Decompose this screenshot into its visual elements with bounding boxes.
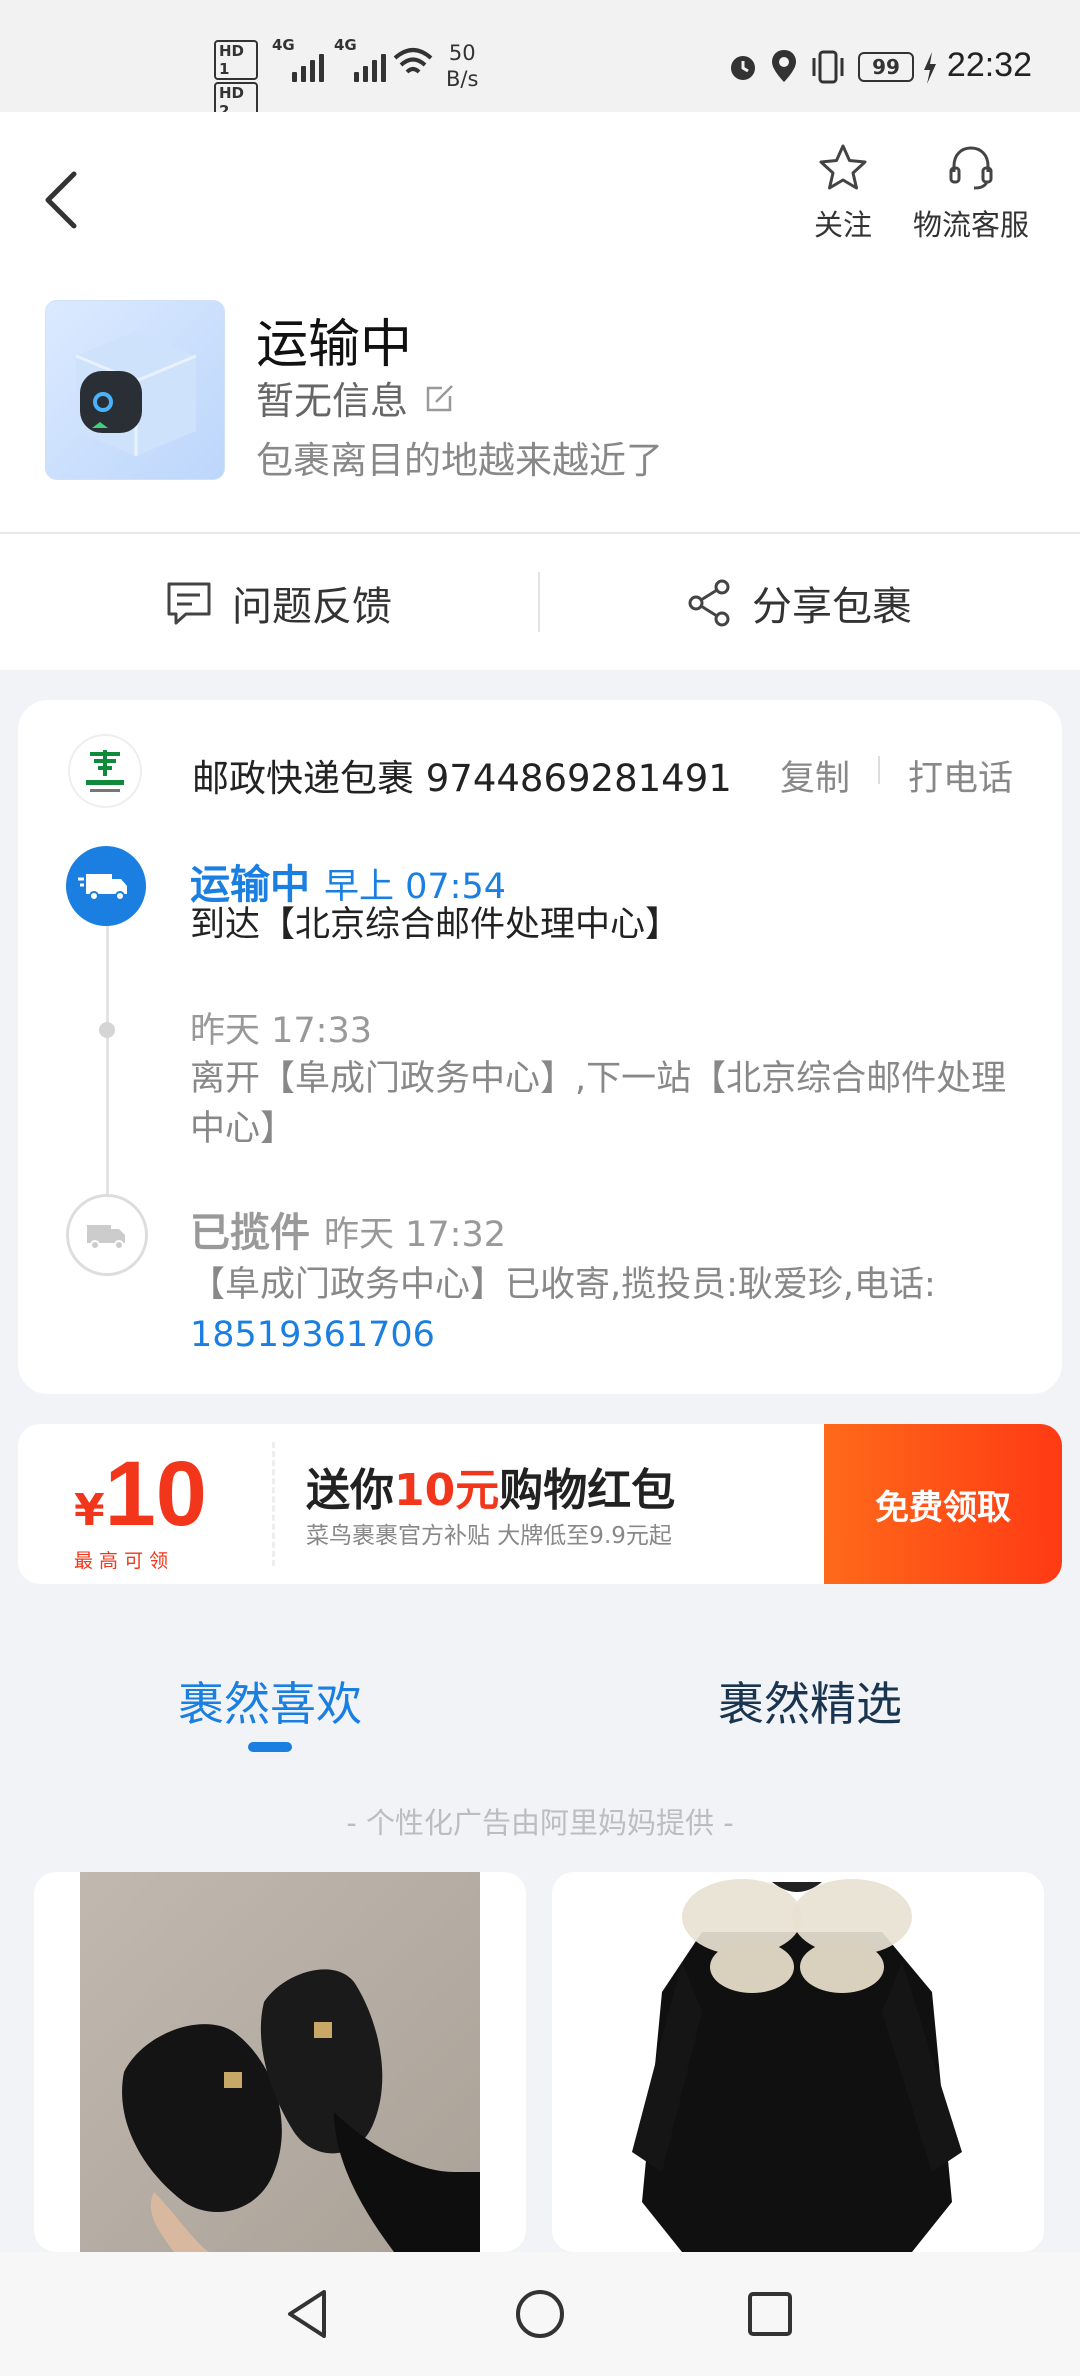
tab-guoran-picks[interactable]: 裹然精选 bbox=[718, 1668, 902, 1734]
package-actions: 问题反馈 分享包裹 bbox=[0, 532, 1080, 670]
package-box-image bbox=[45, 300, 225, 480]
claim-button[interactable]: 免费领取 bbox=[816, 1424, 1062, 1584]
share-package-button[interactable]: 分享包裹 bbox=[686, 534, 912, 672]
home-nav-icon[interactable] bbox=[514, 2288, 566, 2340]
vibrate-icon bbox=[812, 50, 844, 84]
tab-guoran-like[interactable]: 裹然喜欢 bbox=[178, 1668, 362, 1734]
back-nav-icon[interactable] bbox=[282, 2286, 332, 2342]
timeline-line bbox=[106, 926, 109, 1196]
headset-icon bbox=[949, 146, 993, 190]
share-package-label: 分享包裹 bbox=[752, 584, 912, 630]
recents-nav-icon[interactable] bbox=[746, 2290, 794, 2338]
divider bbox=[272, 1442, 275, 1566]
event-status: 已揽件 bbox=[190, 1210, 310, 1256]
loafers-product-image bbox=[80, 1872, 480, 2252]
divider bbox=[538, 572, 540, 632]
product-card[interactable] bbox=[34, 1872, 526, 2252]
package-status-title: 运输中 bbox=[256, 315, 413, 375]
package-remark-text: 暂无信息 bbox=[256, 379, 409, 423]
star-icon bbox=[819, 144, 867, 190]
china-post-logo bbox=[68, 734, 142, 808]
ad-disclaimer: - 个性化广告由阿里妈妈提供 - bbox=[346, 1806, 734, 1840]
follow-button[interactable]: 关注 bbox=[800, 142, 886, 244]
share-icon bbox=[688, 579, 730, 627]
truck-icon bbox=[78, 874, 127, 901]
active-tab-indicator bbox=[248, 1742, 292, 1752]
chevron-left-icon bbox=[45, 171, 77, 229]
location-icon bbox=[772, 50, 796, 82]
courier-phone-link[interactable]: 18519361706 bbox=[190, 1315, 435, 1355]
back-button[interactable] bbox=[34, 160, 94, 240]
clock: 22:32 bbox=[946, 46, 1032, 84]
feedback-label: 问题反馈 bbox=[232, 584, 392, 630]
event-text: 【阜成门政务中心】已收寄,揽投员:耿爱珍,电话: 18519361706 bbox=[190, 1260, 1030, 1360]
truck-icon bbox=[87, 1225, 125, 1250]
copy-button[interactable]: 复制 bbox=[780, 750, 850, 801]
promo-subtitle: 菜鸟裹裹官方补贴 大牌低至9.9元起 bbox=[306, 1523, 672, 1549]
package-box-icon bbox=[75, 331, 197, 456]
promo-amount: ¥10 最 高 可 领 bbox=[74, 1443, 207, 1572]
signal-icon bbox=[354, 42, 386, 82]
timeline-node-collected bbox=[66, 1194, 148, 1276]
battery-indicator: 99 bbox=[858, 52, 914, 82]
signal-icon bbox=[292, 42, 324, 82]
status-bar: HD 1 HD 2 4G 4G 50 B/s 99 22:32 bbox=[0, 0, 1080, 122]
follow-label: 关注 bbox=[813, 208, 872, 242]
system-navigation-bar bbox=[0, 2252, 1080, 2376]
divider bbox=[878, 756, 880, 784]
feedback-icon bbox=[167, 582, 211, 625]
charging-icon bbox=[924, 52, 936, 84]
event-text: 离开【阜成门政务中心】,下一站【北京综合邮件处理中心】 bbox=[190, 1059, 1007, 1149]
china-post-logo-icon bbox=[86, 750, 124, 792]
event-text: 到达【北京综合邮件处理中心】 bbox=[190, 905, 681, 945]
feedback-button[interactable]: 问题反馈 bbox=[164, 534, 392, 672]
event-time: 昨天 17:33 bbox=[190, 1011, 372, 1051]
event-text-body: 【阜成门政务中心】已收寄,揽投员:耿爱珍,电话: bbox=[190, 1265, 936, 1305]
call-button[interactable]: 打电话 bbox=[908, 750, 1013, 801]
logistics-service-button[interactable]: 物流客服 bbox=[906, 142, 1036, 244]
event-collected-heading: 已揽件 昨天 17:32 bbox=[190, 1200, 506, 1258]
edit-icon[interactable] bbox=[422, 380, 458, 416]
product-card[interactable] bbox=[552, 1872, 1044, 2252]
package-remark-row[interactable]: 暂无信息 bbox=[256, 370, 458, 425]
alarm-icon bbox=[731, 56, 755, 80]
tracking-card: 邮政快递包裹 9744869281491 复制 打电话 运输中 早上 07:54 … bbox=[18, 700, 1062, 1394]
sim1-badge: HD 1 bbox=[214, 40, 258, 80]
promo-title: 送你10元购物红包 bbox=[306, 1465, 676, 1516]
velvet-dress-product-image bbox=[552, 1872, 1044, 2252]
promo-amount-note: 最 高 可 领 bbox=[74, 1550, 169, 1572]
package-status-description: 包裹离目的地越来越近了 bbox=[256, 439, 663, 482]
timeline-node-transit bbox=[66, 846, 146, 926]
red-packet-promo[interactable]: ¥10 最 高 可 领 送你10元购物红包 菜鸟裹裹官方补贴 大牌低至9.9元起… bbox=[18, 1424, 1062, 1584]
carrier-tracking-number: 邮政快递包裹 9744869281491 bbox=[192, 757, 732, 800]
package-header: 关注 物流客服 运输中 暂无信息 包裹离目的地越来越近了 bbox=[0, 112, 1080, 532]
wifi-icon bbox=[393, 48, 433, 74]
logistics-service-label: 物流客服 bbox=[912, 208, 1029, 242]
timeline-dot bbox=[99, 1022, 115, 1038]
network-speed: 50 B/s bbox=[446, 41, 479, 91]
event-time: 昨天 17:32 bbox=[324, 1215, 506, 1255]
